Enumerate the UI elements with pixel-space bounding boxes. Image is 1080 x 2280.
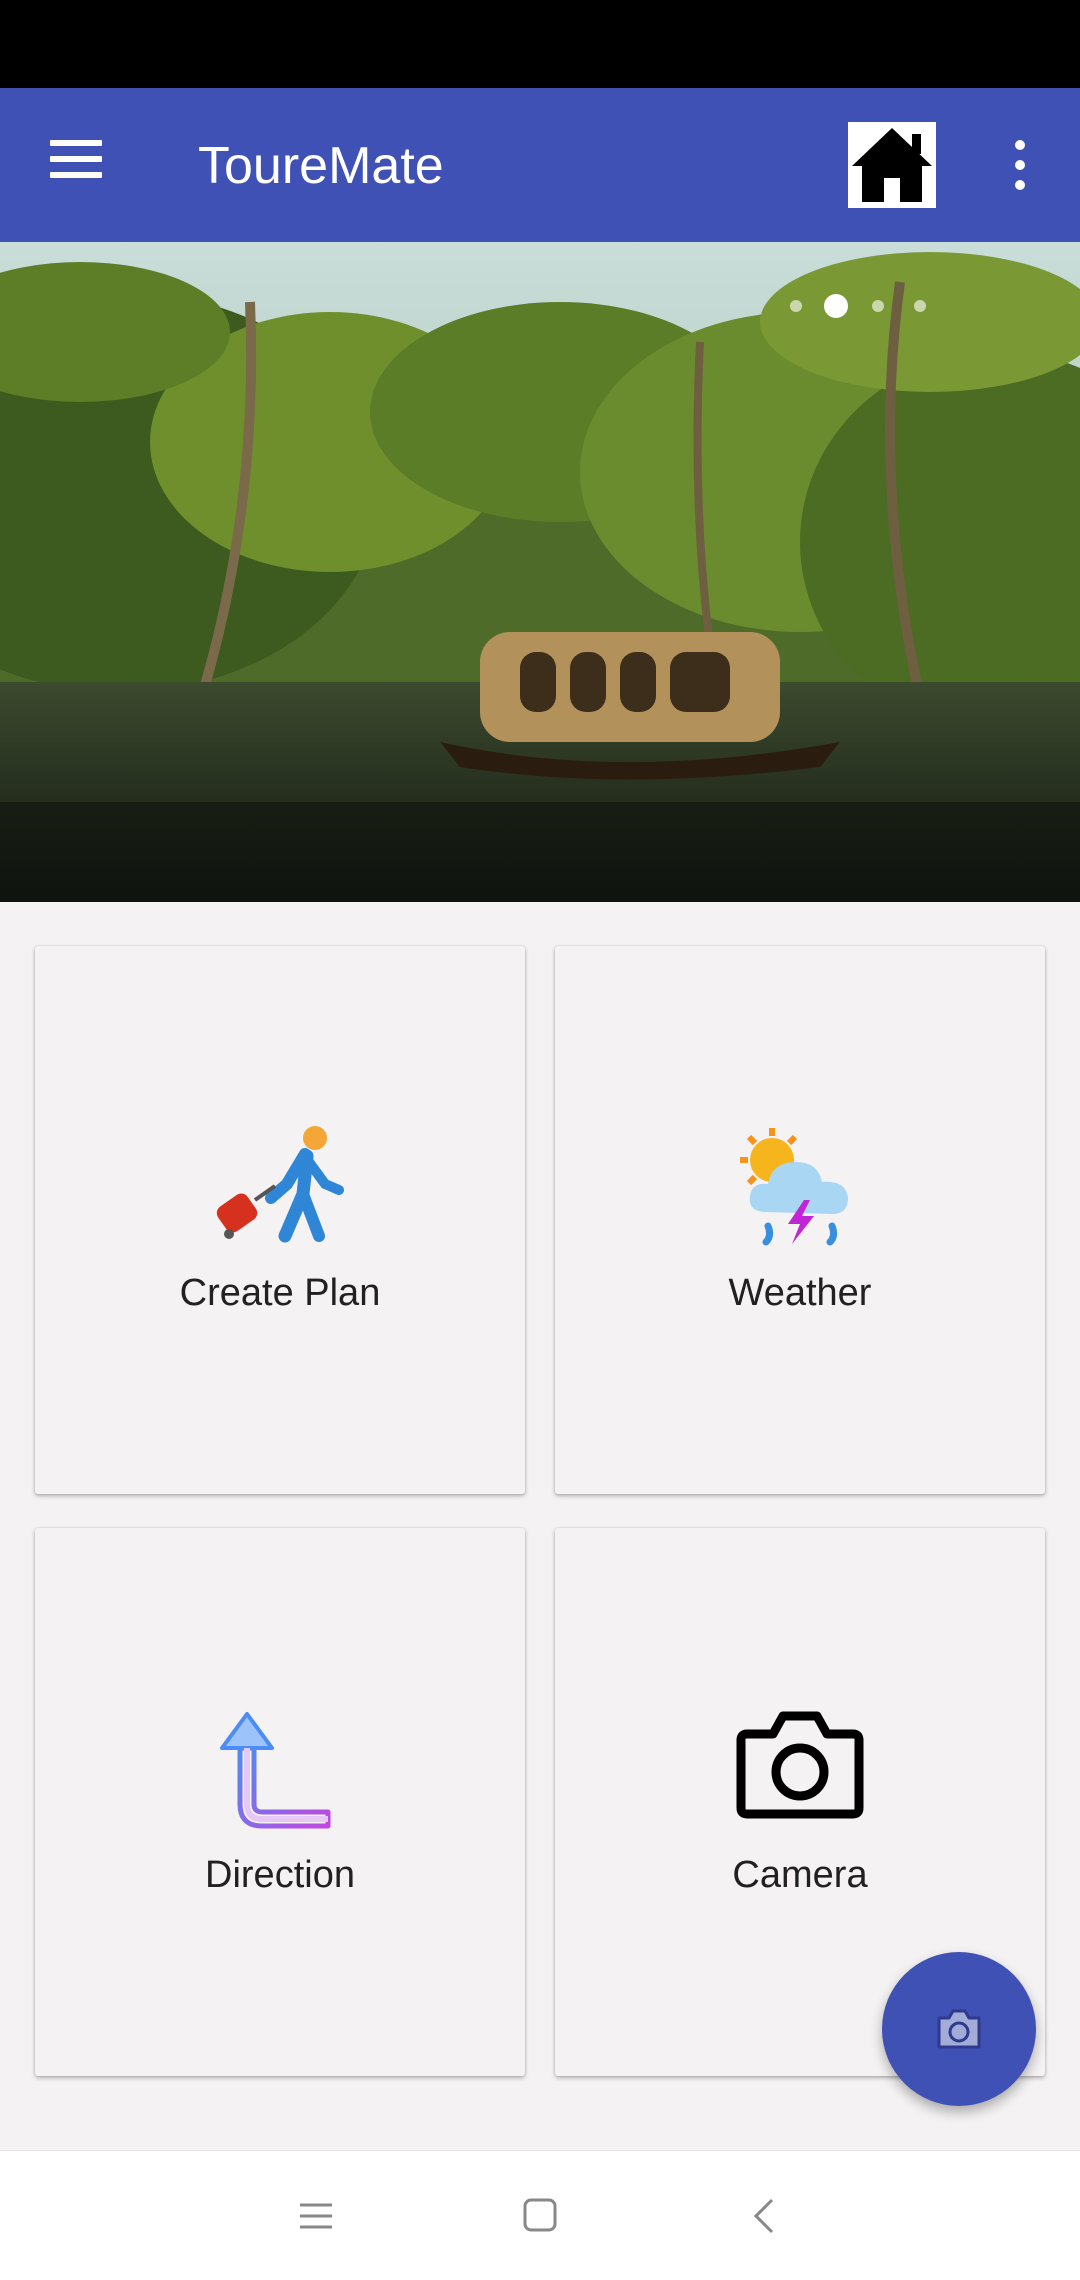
card-label: Weather <box>728 1272 872 1314</box>
carousel-indicator <box>780 292 940 318</box>
card-label: Create Plan <box>179 1272 381 1314</box>
camera-fab-button[interactable] <box>882 1952 1036 2106</box>
create-plan-card[interactable]: Create Plan <box>35 946 525 1494</box>
turn-arrow-icon <box>220 1712 331 1829</box>
system-navigation-bar <box>0 2150 1080 2280</box>
home-icon[interactable] <box>848 122 936 208</box>
camera-icon <box>937 2009 981 2049</box>
card-label: Direction <box>205 1854 355 1896</box>
app-title: ToureMate <box>198 137 444 195</box>
more-vert-icon[interactable] <box>1000 138 1040 192</box>
status-bar <box>0 0 1080 88</box>
carousel-dot-active[interactable] <box>824 294 848 318</box>
app-bar: ToureMate <box>0 88 1080 242</box>
card-label: Camera <box>732 1854 868 1896</box>
weather-card[interactable]: Weather <box>555 946 1045 1494</box>
weather-storm-icon <box>740 1128 848 1246</box>
recents-icon[interactable] <box>298 2201 334 2231</box>
banner-image <box>0 242 1080 902</box>
banner-carousel[interactable] <box>0 242 1080 902</box>
carousel-dot[interactable] <box>872 300 884 312</box>
carousel-dot[interactable] <box>790 300 802 312</box>
camera-icon <box>736 1711 864 1819</box>
carousel-dot[interactable] <box>914 300 926 312</box>
hamburger-menu-icon[interactable] <box>44 138 110 192</box>
nav-home-icon[interactable] <box>522 2197 558 2233</box>
direction-card[interactable]: Direction <box>35 1528 525 2076</box>
back-icon[interactable] <box>752 2197 776 2235</box>
traveler-luggage-icon <box>216 1126 344 1243</box>
